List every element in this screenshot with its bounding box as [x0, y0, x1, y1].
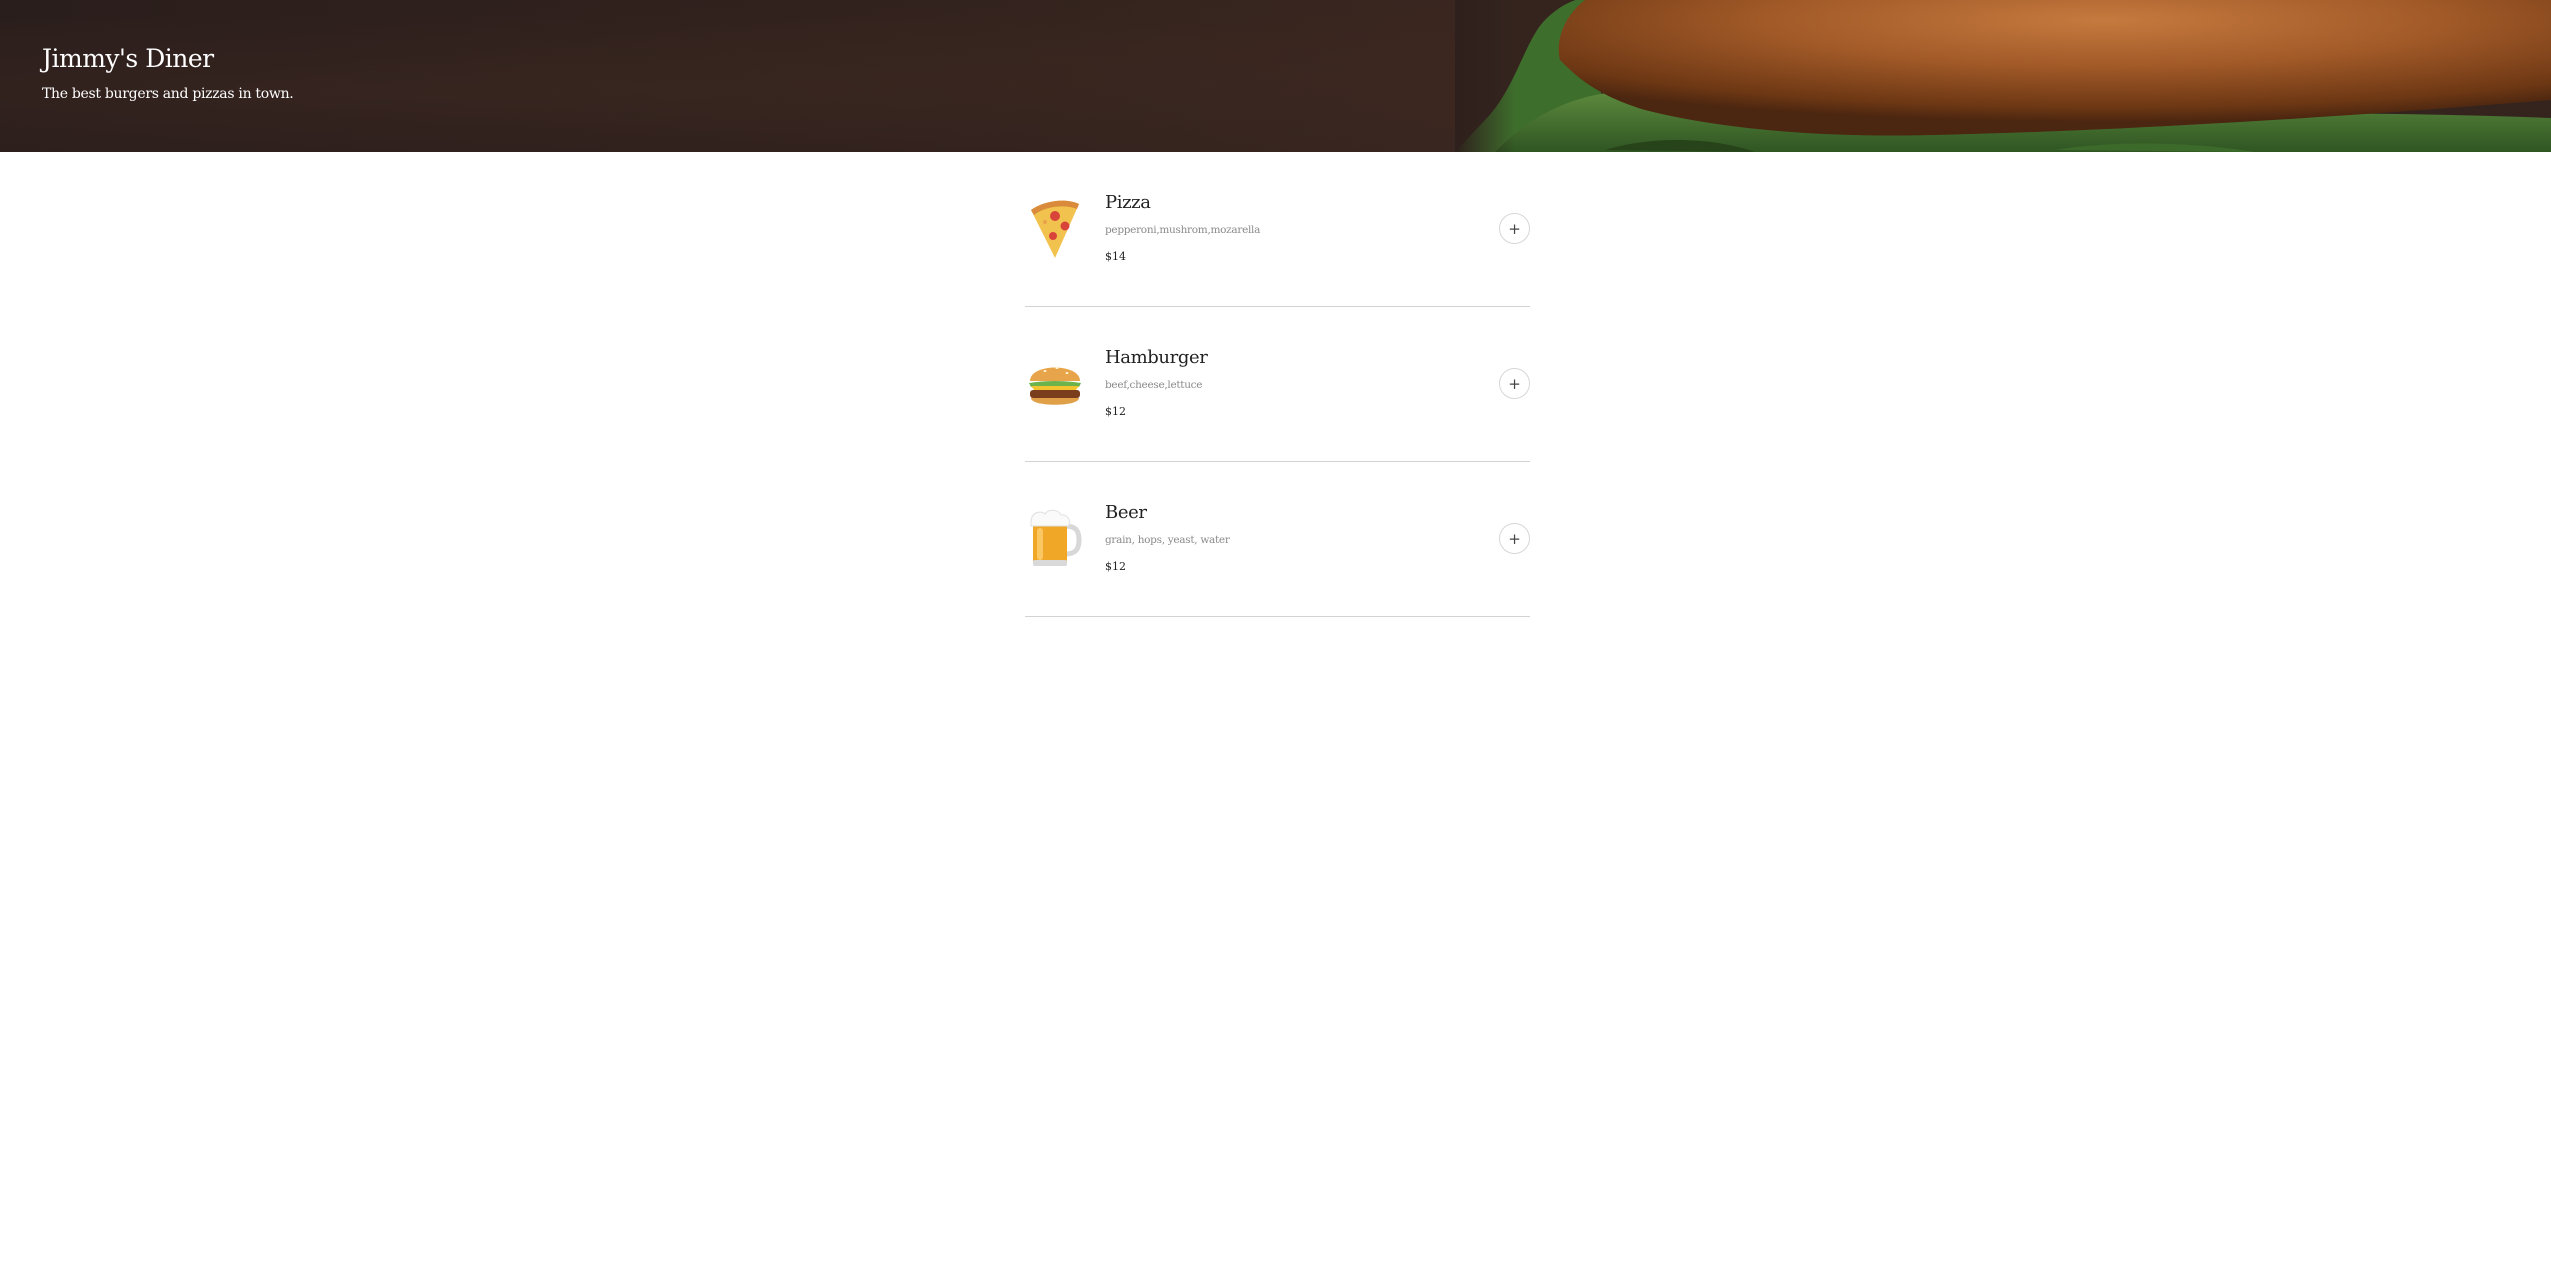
item-price: $12	[1105, 405, 1126, 418]
menu-list: Pizza pepperoni,mushrom,mozarella $14 + …	[1025, 152, 1530, 617]
add-beer-button[interactable]: +	[1499, 523, 1530, 554]
item-name: Beer	[1105, 502, 1147, 523]
burger-photo	[1455, 0, 2551, 152]
menu-item-beer: Beer grain, hops, yeast, water $12 +	[1025, 462, 1530, 617]
item-price: $14	[1105, 250, 1126, 263]
item-price: $12	[1105, 560, 1126, 573]
item-ingredients: grain, hops, yeast, water	[1105, 534, 1230, 546]
menu-item-pizza: Pizza pepperoni,mushrom,mozarella $14 +	[1025, 152, 1530, 307]
add-hamburger-button[interactable]: +	[1499, 368, 1530, 399]
restaurant-title: Jimmy's Diner	[42, 44, 214, 73]
item-name: Pizza	[1105, 192, 1151, 213]
hero-banner: Jimmy's Diner The best burgers and pizza…	[0, 0, 2551, 152]
beer-icon	[1025, 506, 1085, 570]
item-ingredients: beef,cheese,lettuce	[1105, 379, 1203, 391]
add-pizza-button[interactable]: +	[1499, 213, 1530, 244]
pizza-icon	[1025, 196, 1085, 260]
restaurant-subtitle: The best burgers and pizzas in town.	[42, 86, 294, 102]
item-ingredients: pepperoni,mushrom,mozarella	[1105, 224, 1261, 236]
item-name: Hamburger	[1105, 347, 1208, 368]
menu-item-hamburger: Hamburger beef,cheese,lettuce $12 +	[1025, 307, 1530, 462]
hamburger-icon	[1025, 351, 1085, 415]
